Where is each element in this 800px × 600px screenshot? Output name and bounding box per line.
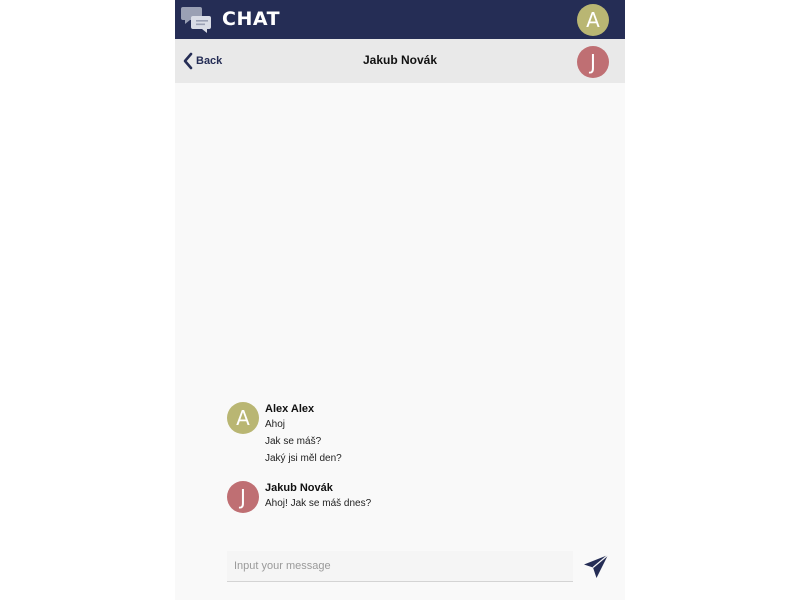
app-header: CHAT A [175,0,625,39]
conversation-header: Back Jakub Novák J [175,39,625,83]
sender-avatar: J [227,481,259,513]
app-logo-text: CHAT [222,8,281,30]
conversation-title: Jakub Novák [362,53,438,67]
message-text: Jaký jsi měl den? [265,453,342,464]
current-user-avatar[interactable]: A [577,4,609,36]
chat-app: CHAT A Back Jakub Novák J A Alex Alex Ah… [175,0,625,600]
message-composer [227,551,573,582]
message-text: Jak se máš? [265,436,322,447]
message-group: J Jakub Novák Ahoj! Jak se máš dnes? [227,481,587,513]
sender-name: Alex Alex [265,403,315,415]
message-group: A Alex Alex Ahoj Jak se máš? Jaký jsi mě… [227,402,587,467]
message-list: A Alex Alex Ahoj Jak se máš? Jaký jsi mě… [227,398,587,513]
sender-name: Jakub Novák [265,482,333,494]
chat-bubbles-icon [181,7,211,33]
message-input[interactable] [227,551,573,581]
contact-avatar[interactable]: J [577,46,609,78]
send-icon[interactable] [582,553,610,581]
message-text: Ahoj! Jak se máš dnes? [265,498,372,509]
message-text: Ahoj [265,419,286,430]
sender-avatar: A [227,402,259,434]
